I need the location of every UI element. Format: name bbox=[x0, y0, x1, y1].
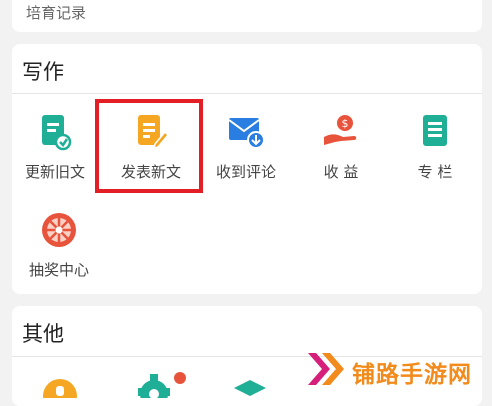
writing-section: 写作 更新旧文 发表新文 收到评论 $ 收 益 专 栏 抽奖中心 bbox=[12, 44, 482, 294]
received-comments-label: 收到评论 bbox=[215, 163, 276, 181]
other-section-title: 其他 bbox=[22, 322, 64, 346]
earnings-label: 收 益 bbox=[323, 163, 359, 181]
received-comments-button[interactable]: 收到评论 bbox=[201, 112, 291, 182]
update-old-article-label: 更新旧文 bbox=[24, 163, 85, 181]
lottery-center-label: 抽奖中心 bbox=[28, 261, 89, 279]
record-card: 培育记录 bbox=[12, 0, 482, 32]
money-hand-icon: $ bbox=[324, 115, 357, 145]
lottery-wheel-icon bbox=[42, 213, 76, 247]
watermark-text: 铺路手游网 bbox=[352, 362, 472, 388]
lock-icon[interactable] bbox=[40, 374, 80, 398]
update-old-article-button[interactable]: 更新旧文 bbox=[10, 112, 100, 182]
writing-divider bbox=[12, 93, 482, 94]
watermark: 铺路手游网 bbox=[302, 345, 492, 393]
settings-icon[interactable] bbox=[136, 370, 188, 398]
column-label: 专 栏 bbox=[417, 163, 453, 181]
highlight-box bbox=[95, 99, 203, 193]
writing-section-title: 写作 bbox=[22, 60, 64, 84]
mail-download-icon bbox=[228, 118, 265, 149]
earnings-button[interactable]: $ 收 益 bbox=[296, 112, 386, 182]
column-button[interactable]: 专 栏 bbox=[390, 112, 480, 182]
watermark-logo-icon bbox=[308, 353, 344, 385]
lottery-center-button[interactable]: 抽奖中心 bbox=[14, 210, 104, 280]
svg-text:$: $ bbox=[342, 117, 349, 130]
cultivation-record-link[interactable]: 培育记录 bbox=[26, 2, 86, 23]
update-doc-icon bbox=[42, 115, 72, 151]
graduation-cap-icon[interactable] bbox=[230, 376, 270, 398]
column-doc-icon bbox=[423, 115, 447, 146]
